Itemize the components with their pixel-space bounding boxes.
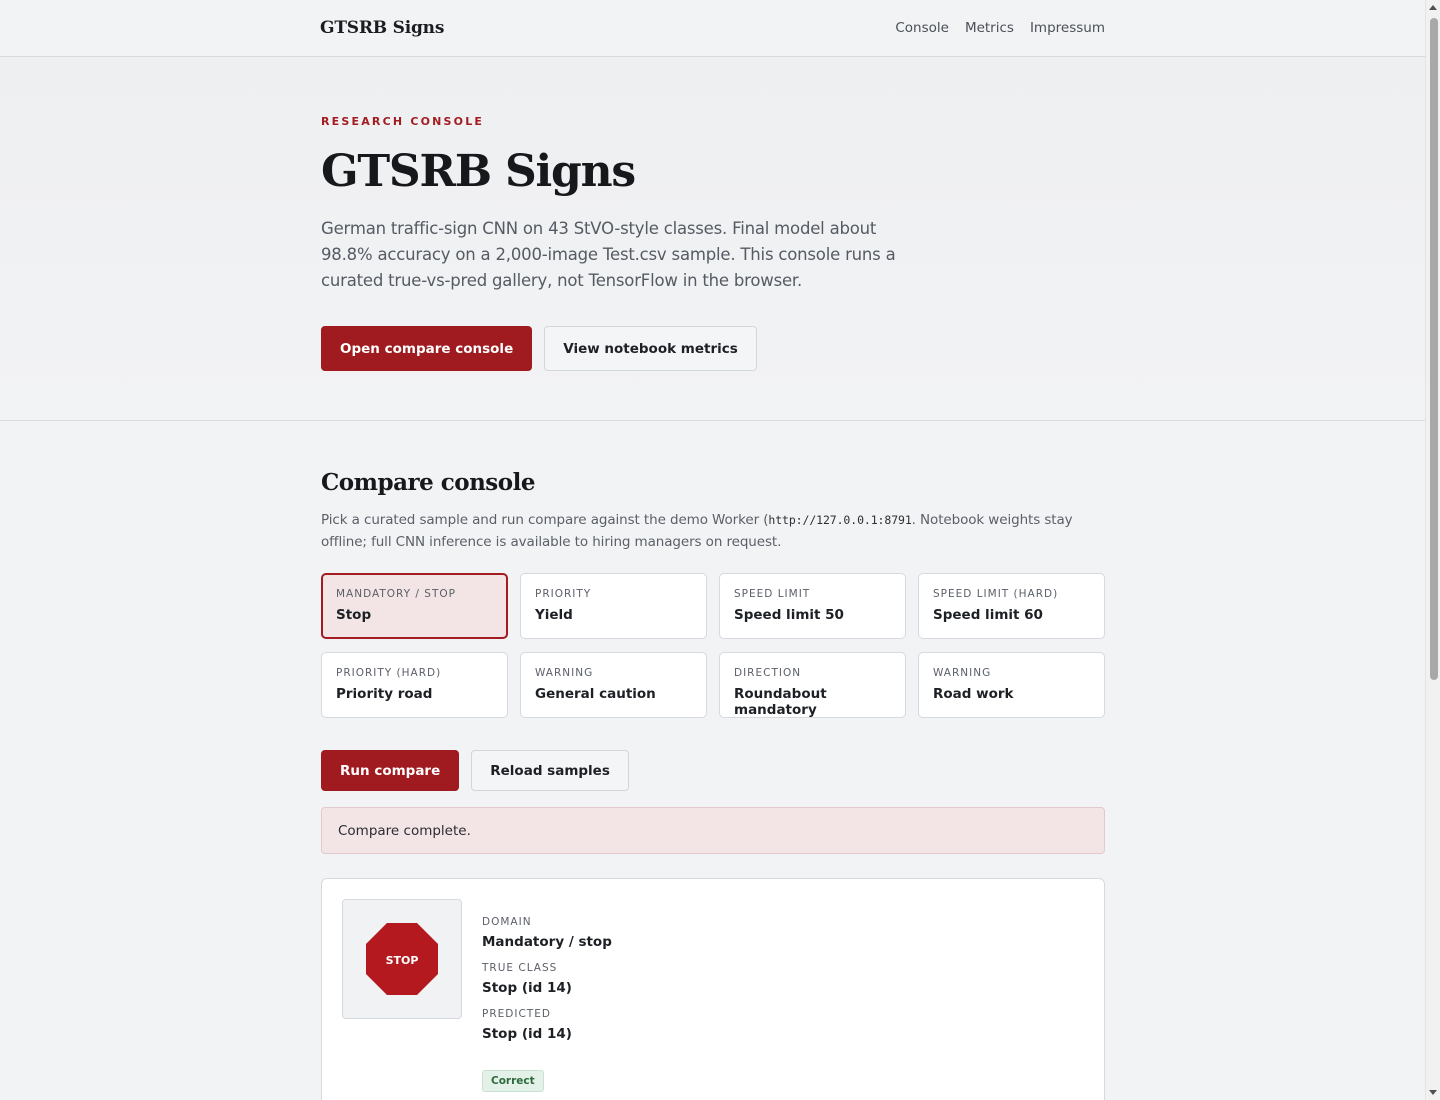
domain-value: Mandatory / stop	[482, 934, 612, 950]
brand-logo[interactable]: GTSRB Signs	[320, 18, 444, 38]
open-compare-console-button[interactable]: Open compare console	[321, 326, 533, 371]
predicted-value: Stop (id 14)	[482, 1026, 572, 1042]
sample-card-yield[interactable]: PRIORITY Yield	[520, 573, 707, 639]
result-fields: DOMAIN Mandatory / stop TRUE CLASS Stop …	[482, 899, 612, 1100]
run-compare-button[interactable]: Run compare	[321, 750, 460, 791]
vertical-scrollbar[interactable]	[1425, 0, 1440, 1100]
sample-name: Yield	[535, 607, 573, 623]
sample-card-stop[interactable]: MANDATORY / STOP Stop	[321, 573, 508, 639]
top-navbar: GTSRB Signs Console Metrics Impressum	[0, 0, 1425, 57]
sample-name: Speed limit 50	[734, 607, 844, 623]
result-card: STOP DOMAIN Mandatory / stop TRUE CLASS …	[321, 878, 1105, 1100]
stop-sign-icon: STOP	[366, 923, 438, 995]
sample-card-general-caution[interactable]: WARNING General caution	[520, 652, 707, 718]
scroll-down-arrow-icon[interactable]	[1429, 1090, 1437, 1095]
status-message: Compare complete.	[321, 807, 1105, 854]
sample-category: PRIORITY (HARD)	[336, 667, 442, 679]
sample-category: WARNING	[933, 667, 992, 679]
nav-console-link[interactable]: Console	[895, 20, 949, 36]
hero-section: RESEARCH CONSOLE GTSRB Signs German traf…	[0, 57, 1425, 421]
sample-category: MANDATORY / STOP	[336, 588, 456, 600]
sample-name: Priority road	[336, 686, 433, 702]
compare-description: Pick a curated sample and run compare ag…	[321, 509, 1105, 553]
correct-badge: Correct	[482, 1070, 544, 1092]
stop-sign-text: STOP	[386, 954, 419, 967]
sample-name: Roundabout mandatory	[734, 686, 827, 718]
hero-eyebrow: RESEARCH CONSOLE	[321, 115, 485, 128]
page: GTSRB Signs Console Metrics Impressum RE…	[0, 0, 1425, 1100]
compare-title: Compare console	[321, 469, 535, 496]
view-notebook-metrics-button[interactable]: View notebook metrics	[544, 326, 757, 371]
sample-name: Stop	[336, 607, 372, 623]
domain-label: DOMAIN	[482, 916, 532, 928]
sample-grid: MANDATORY / STOP Stop PRIORITY Yield SPE…	[321, 573, 1105, 718]
compare-section: Compare console Pick a curated sample an…	[321, 421, 1105, 1100]
true-class-label: TRUE CLASS	[482, 962, 558, 974]
scroll-thumb[interactable]	[1430, 18, 1438, 680]
sample-card-priority-road[interactable]: PRIORITY (HARD) Priority road	[321, 652, 508, 718]
sample-thumbnail: STOP	[342, 899, 462, 1019]
reload-samples-button[interactable]: Reload samples	[471, 750, 629, 791]
compare-actions: Run compare Reload samples	[321, 750, 1105, 791]
sample-category: WARNING	[535, 667, 594, 679]
worker-url: http://127.0.0.1:8791	[768, 513, 912, 527]
nav-impressum-link[interactable]: Impressum	[1030, 20, 1105, 36]
main-nav: Console Metrics Impressum	[895, 20, 1105, 36]
sample-card-speed-limit-50[interactable]: SPEED LIMIT Speed limit 50	[719, 573, 906, 639]
true-class-value: Stop (id 14)	[482, 980, 572, 996]
sample-card-roundabout-mandatory[interactable]: DIRECTION Roundabout mandatory	[719, 652, 906, 718]
sample-card-road-work[interactable]: WARNING Road work	[918, 652, 1105, 718]
predicted-label: PREDICTED	[482, 1008, 551, 1020]
sample-category: SPEED LIMIT	[734, 588, 811, 600]
scroll-up-arrow-icon[interactable]	[1429, 5, 1437, 10]
hero-title: GTSRB Signs	[321, 146, 636, 197]
sample-category: DIRECTION	[734, 667, 802, 679]
sample-name: Road work	[933, 686, 1014, 702]
sample-category: SPEED LIMIT (HARD)	[933, 588, 1059, 600]
sample-name: General caution	[535, 686, 656, 702]
nav-metrics-link[interactable]: Metrics	[965, 20, 1014, 36]
compare-desc-text: Pick a curated sample and run compare ag…	[321, 512, 769, 528]
sample-card-speed-limit-60[interactable]: SPEED LIMIT (HARD) Speed limit 60	[918, 573, 1105, 639]
hero-description: German traffic-sign CNN on 43 StVO-style…	[321, 219, 896, 290]
sample-name: Speed limit 60	[933, 607, 1043, 623]
hero-actions: Open compare console View notebook metri…	[321, 326, 1425, 371]
sample-category: PRIORITY	[535, 588, 592, 600]
